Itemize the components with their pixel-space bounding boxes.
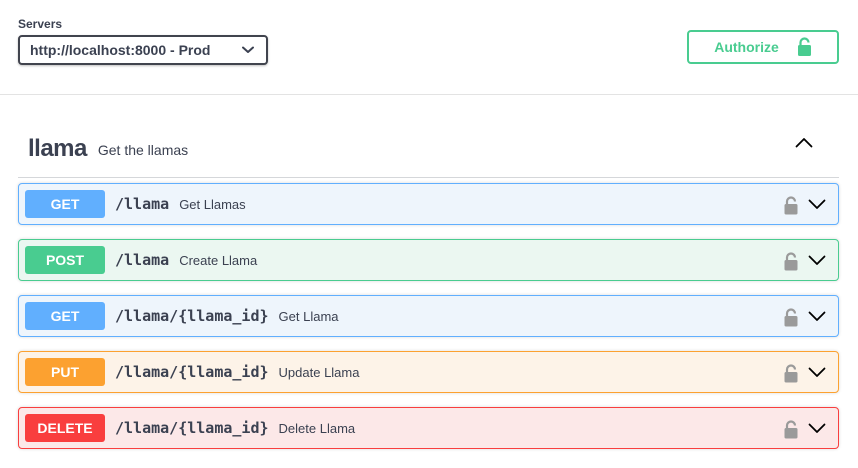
method-badge: PUT	[25, 358, 105, 386]
operation-summary: Get Llama	[278, 308, 339, 324]
chevron-down-icon[interactable]	[808, 311, 826, 322]
chevron-down-icon[interactable]	[808, 423, 826, 434]
chevron-down-icon[interactable]	[808, 255, 826, 266]
lock-icon[interactable]	[784, 308, 798, 327]
tag-name: llama	[28, 134, 87, 162]
operation-path: /llama/{llama_id}	[115, 419, 269, 437]
operation-summary: Create Llama	[179, 252, 258, 268]
authorize-label: Authorize	[714, 39, 779, 55]
operation-row[interactable]: PUT /llama/{llama_id} Update Llama	[18, 351, 839, 393]
servers-label: Servers	[18, 17, 63, 31]
method-badge: GET	[25, 190, 105, 218]
operation-path: /llama	[115, 251, 170, 269]
method-badge: GET	[25, 302, 105, 330]
operation-summary: Update Llama	[278, 364, 360, 380]
tag-header[interactable]: llama Get the llamas	[18, 120, 839, 178]
lock-icon[interactable]	[784, 252, 798, 271]
lock-icon[interactable]	[784, 364, 798, 383]
operation-summary: Get Llamas	[179, 196, 246, 212]
servers-section: Servers http://localhost:8000 - Prod	[18, 17, 268, 65]
operation-row[interactable]: GET /llama Get Llamas	[18, 183, 839, 225]
unlock-icon	[797, 37, 812, 57]
tag-description: Get the llamas	[97, 142, 189, 158]
top-divider	[0, 94, 858, 95]
method-badge: POST	[25, 246, 105, 274]
operation-row[interactable]: GET /llama/{llama_id} Get Llama	[18, 295, 839, 337]
operation-summary: Delete Llama	[278, 420, 356, 436]
operation-path: /llama/{llama_id}	[115, 363, 269, 381]
operation-path: /llama	[115, 195, 170, 213]
lock-icon[interactable]	[784, 196, 798, 215]
chevron-up-icon[interactable]	[795, 137, 813, 148]
operation-row[interactable]: DELETE /llama/{llama_id} Delete Llama	[18, 407, 839, 449]
authorize-button[interactable]: Authorize	[687, 30, 839, 64]
server-select[interactable]: http://localhost:8000 - Prod	[18, 35, 268, 65]
server-select-value: http://localhost:8000 - Prod	[30, 42, 211, 58]
chevron-down-icon[interactable]	[808, 367, 826, 378]
operation-row[interactable]: POST /llama Create Llama	[18, 239, 839, 281]
method-badge: DELETE	[25, 414, 105, 442]
chevron-down-icon	[242, 46, 254, 54]
lock-icon[interactable]	[784, 420, 798, 439]
operation-path: /llama/{llama_id}	[115, 307, 269, 325]
chevron-down-icon[interactable]	[808, 199, 826, 210]
